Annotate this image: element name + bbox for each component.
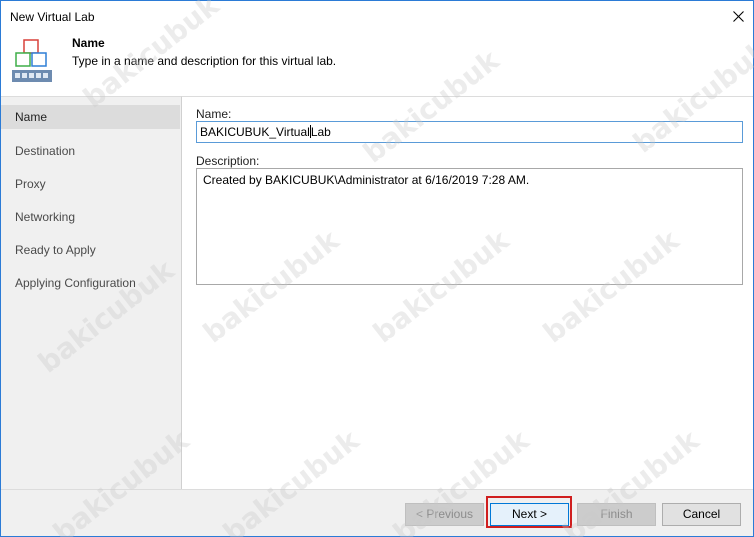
- sidebar-item-applying-configuration[interactable]: Applying Configuration: [1, 271, 181, 295]
- name-input-text-before-caret: BAKICUBUK_Virtual: [200, 125, 310, 139]
- next-button-highlight: [486, 496, 572, 528]
- description-label: Description:: [196, 154, 260, 168]
- step-description: Type in a name and description for this …: [72, 54, 337, 68]
- finish-button[interactable]: Finish: [577, 503, 656, 526]
- description-textarea[interactable]: Created by BAKICUBUK\Administrator at 6/…: [196, 168, 743, 285]
- name-input[interactable]: BAKICUBUK_VirtualLab: [196, 121, 743, 143]
- sidebar-item-destination[interactable]: Destination: [1, 139, 181, 163]
- title-bar: New Virtual Lab: [1, 1, 753, 31]
- step-title: Name: [72, 36, 105, 50]
- wizard-footer: < Previous Next > Finish Cancel: [1, 489, 753, 536]
- wizard-window: New Virtual Lab Name Type in a name and …: [0, 0, 754, 537]
- previous-button[interactable]: < Previous: [405, 503, 484, 526]
- cancel-button[interactable]: Cancel: [662, 503, 741, 526]
- sidebar-item-networking[interactable]: Networking: [1, 205, 181, 229]
- sidebar-item-ready-to-apply[interactable]: Ready to Apply: [1, 238, 181, 262]
- window-title: New Virtual Lab: [10, 10, 95, 24]
- wizard-content: Name: BAKICUBUK_VirtualLab Description: …: [181, 96, 753, 489]
- description-text: Created by BAKICUBUK\Administrator at 6/…: [203, 173, 530, 187]
- virtual-lab-icon: [12, 39, 52, 82]
- close-button[interactable]: [723, 1, 753, 31]
- name-label: Name:: [196, 107, 232, 121]
- sidebar-item-name[interactable]: Name: [1, 105, 180, 129]
- wizard-header: Name Type in a name and description for …: [1, 31, 753, 95]
- close-icon: [732, 10, 744, 22]
- wizard-steps-sidebar: Name Destination Proxy Networking Ready …: [1, 96, 181, 489]
- sidebar-item-proxy[interactable]: Proxy: [1, 172, 181, 196]
- name-input-text-after-caret: Lab: [310, 125, 331, 139]
